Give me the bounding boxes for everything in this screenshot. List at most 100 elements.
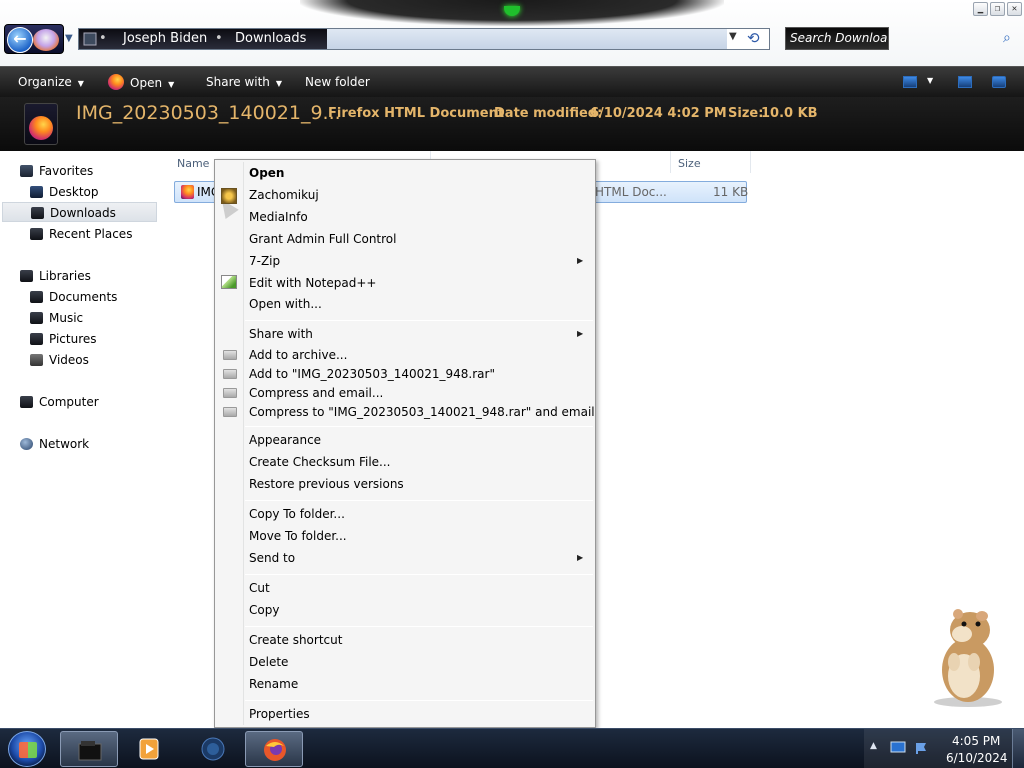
show-desktop-button[interactable] <box>1012 729 1024 768</box>
nav-label: Documents <box>49 290 118 304</box>
nav-recent-places[interactable]: Recent Places <box>30 224 132 244</box>
view-options-chevron-icon[interactable]: ▼ <box>927 76 933 85</box>
menu-separator <box>245 700 593 701</box>
menu-item-edit-notepad[interactable]: Edit with Notepad++ <box>249 274 376 292</box>
change-view-icon[interactable] <box>903 76 917 88</box>
maximize-button[interactable]: ❐ <box>990 2 1005 16</box>
forward-orb-icon[interactable] <box>33 29 59 51</box>
videos-icon <box>30 354 43 366</box>
nav-pictures[interactable]: Pictures <box>30 329 97 349</box>
menu-item-send-to[interactable]: Send to <box>249 549 295 567</box>
clock-date[interactable]: 6/10/2024 <box>946 751 1008 765</box>
menu-item-open[interactable]: Open <box>249 164 284 182</box>
command-bar: Organize ▼ Open ▼ Share with ▼ New folder ▼ <box>0 66 1024 97</box>
organize-button[interactable]: Organize ▼ <box>18 75 84 89</box>
refresh-icon[interactable]: ⟲ <box>747 29 760 47</box>
search-icon[interactable]: ⌕ <box>1003 30 1011 46</box>
column-header-name[interactable]: Name <box>177 157 209 170</box>
column-divider <box>750 151 751 173</box>
menu-item-add-to-archive[interactable]: Add to archive... <box>249 346 347 364</box>
breadcrumb-downloads[interactable]: Downloads <box>235 31 306 46</box>
close-button[interactable]: ✕ <box>1007 2 1022 16</box>
details-file-name: IMG_20230503_140021_9... <box>76 102 341 124</box>
menu-item-create-checksum[interactable]: Create Checksum File... <box>249 453 391 471</box>
windows-logo-icon <box>19 742 37 758</box>
nav-music[interactable]: Music <box>30 308 83 328</box>
address-bar[interactable]: • Joseph Biden • Downloads ▼ ⟲ <box>78 28 770 50</box>
nav-documents[interactable]: Documents <box>30 287 117 307</box>
back-forward-buttons[interactable]: ← <box>4 24 64 54</box>
explorer-folder-icon <box>78 741 102 761</box>
menu-item-create-shortcut[interactable]: Create shortcut <box>249 631 342 649</box>
nav-network[interactable]: Network <box>20 434 89 454</box>
menu-item-add-to-rar[interactable]: Add to "IMG_20230503_140021_948.rar" <box>249 365 495 383</box>
menu-item-open-with[interactable]: Open with... <box>249 295 322 313</box>
start-button[interactable] <box>8 731 46 767</box>
taskbar-explorer-button[interactable] <box>60 731 118 767</box>
navigation-pane: Favorites Desktop Downloads Recent Place… <box>0 151 160 727</box>
menu-item-zachomikuj[interactable]: Zachomikuj <box>249 186 319 204</box>
menu-item-share-with[interactable]: Share with <box>249 325 313 343</box>
winrar-archive-icon <box>223 350 237 360</box>
back-arrow-icon[interactable]: ← <box>7 27 33 53</box>
menu-item-grant-admin[interactable]: Grant Admin Full Control <box>249 230 396 248</box>
context-menu: Open Zachomikuj MediaInfo Grant Admin Fu… <box>214 159 596 728</box>
preview-pane-icon[interactable] <box>958 76 972 88</box>
winrar-archive-icon <box>223 388 237 398</box>
nav-label: Videos <box>49 353 89 367</box>
address-bar-fill[interactable] <box>327 29 727 49</box>
menu-item-move-to-folder[interactable]: Move To folder... <box>249 527 347 545</box>
menu-item-compress-rar-email[interactable]: Compress to "IMG_20230503_140021_948.rar… <box>249 403 595 421</box>
hamster-desktop-gadget-icon[interactable] <box>924 604 1016 708</box>
menu-separator <box>245 426 593 427</box>
globe-orb-icon <box>201 737 225 761</box>
breadcrumb-joseph-biden[interactable]: Joseph Biden <box>123 31 207 46</box>
nav-desktop[interactable]: Desktop <box>30 182 99 202</box>
music-icon <box>30 312 43 324</box>
nav-favorites[interactable]: Favorites <box>20 161 93 181</box>
taskbar-browser-orb-button[interactable] <box>184 731 242 767</box>
taskbar-firefox-button[interactable] <box>245 731 303 767</box>
details-pane: IMG_20230503_140021_9... Firefox HTML Do… <box>0 97 1024 151</box>
new-folder-button[interactable]: New folder <box>305 75 370 89</box>
breadcrumb-separator: • <box>99 31 107 46</box>
menu-item-7zip[interactable]: 7-Zip <box>249 252 280 270</box>
column-header-size[interactable]: Size <box>678 157 701 170</box>
nav-downloads[interactable]: Downloads <box>2 202 157 222</box>
menu-item-appearance[interactable]: Appearance <box>249 431 321 449</box>
menu-item-copy-to-folder[interactable]: Copy To folder... <box>249 505 345 523</box>
taskbar-media-player-button[interactable] <box>120 731 178 767</box>
nav-videos[interactable]: Videos <box>30 350 89 370</box>
network-monitor-icon[interactable] <box>890 741 906 755</box>
firefox-icon <box>108 74 124 90</box>
minimize-button[interactable]: ▁ <box>973 2 988 16</box>
clock-time[interactable]: 4:05 PM <box>952 734 1000 748</box>
winrar-archive-icon <box>223 407 237 417</box>
documents-icon <box>30 291 43 303</box>
nav-computer[interactable]: Computer <box>20 392 99 412</box>
menu-item-cut[interactable]: Cut <box>249 579 270 597</box>
share-with-label: Share with <box>206 75 270 89</box>
address-dropdown-chevron-icon[interactable]: ▼ <box>729 31 737 42</box>
nav-label: Computer <box>39 395 99 409</box>
open-button[interactable]: Open ▼ <box>108 74 174 90</box>
menu-item-delete[interactable]: Delete <box>249 653 288 671</box>
desktop-icon <box>30 186 43 198</box>
help-icon[interactable] <box>992 76 1006 88</box>
menu-item-mediainfo[interactable]: MediaInfo <box>249 208 308 226</box>
menu-icon-gutter <box>243 162 244 725</box>
nav-label: Music <box>49 311 84 325</box>
nav-libraries[interactable]: Libraries <box>20 266 91 286</box>
menu-item-rename[interactable]: Rename <box>249 675 298 693</box>
notepad-plus-plus-icon <box>221 275 237 289</box>
menu-item-copy[interactable]: Copy <box>249 601 279 619</box>
menu-item-properties[interactable]: Properties <box>249 705 310 723</box>
recent-pages-chevron-icon[interactable]: ▼ <box>65 33 73 44</box>
menu-item-restore-versions[interactable]: Restore previous versions <box>249 475 404 493</box>
show-hidden-icons-arrow-icon[interactable]: ▲ <box>870 741 877 751</box>
menu-item-compress-email[interactable]: Compress and email... <box>249 384 383 402</box>
action-center-flag-icon[interactable] <box>914 741 930 755</box>
search-input[interactable]: Search Downloads <box>785 27 889 50</box>
share-with-button[interactable]: Share with ▼ <box>206 75 282 89</box>
title-notch-decoration <box>300 0 724 26</box>
